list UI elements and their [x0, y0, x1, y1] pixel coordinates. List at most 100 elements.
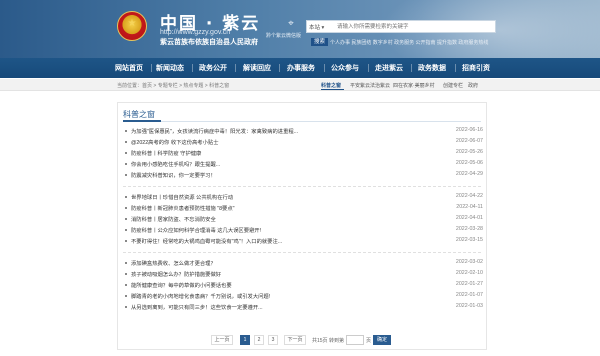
search-box: 本站 ▾ — [306, 20, 496, 33]
article-title[interactable]: 防震减灾科普知识，你一定要学习！ — [131, 171, 216, 179]
list-item[interactable]: 添加碘盒热费收、怎么做才更合理？ 2022-03-02 — [123, 259, 483, 267]
article-date: 2022-06-16 — [455, 127, 483, 133]
article-date: 2022-04-22 — [455, 193, 483, 199]
group-divider — [123, 186, 481, 187]
nav-item-data[interactable]: 政务数据 — [418, 63, 446, 73]
article-title[interactable]: @2022高考的你 收下这份高考小贴士 — [131, 138, 219, 146]
nav-item-about[interactable]: 走进紫云 — [375, 63, 403, 73]
article-date: 2022-04-01 — [455, 215, 483, 221]
site-url: http://www.gzzy.gov.cn — [160, 29, 231, 36]
bullet-icon — [125, 218, 127, 220]
bullet-icon — [125, 130, 127, 132]
list-item[interactable]: 从另选到离到，可能只有同三步！这些饮食一定要遵开... 2022-01-03 — [123, 303, 483, 311]
article-title[interactable]: 脚踏青的老的小肉地增化食患病？千万别说，或引发大问题! — [131, 292, 270, 300]
nav-item-news[interactable]: 新闻动态 — [156, 63, 184, 73]
bullet-icon — [125, 262, 127, 264]
bullet-icon — [125, 196, 127, 198]
nav-item-response[interactable]: 解读回应 — [243, 63, 271, 73]
search-input[interactable] — [337, 22, 493, 32]
article-title[interactable]: 从另选到离到，可能只有同三步！这些饮食一定要遵开... — [131, 303, 263, 311]
search-scope-select[interactable]: 本站 ▾ — [309, 23, 331, 31]
list-item[interactable]: 为加强"医保惠民"，女孩读流行病症中毒！阳光发：家禽致病的进重程... 2022… — [123, 127, 483, 135]
article-title[interactable]: 你会用小感陷吃住手机吗？跟生提醒... — [131, 160, 220, 168]
article-date: 2022-01-27 — [455, 281, 483, 287]
list-item[interactable]: 防疫科普丨新冠肺炎患者预防性措施 "8要点" 2022-04-11 — [123, 204, 483, 212]
article-title[interactable]: 孩子被动吸烟怎么办？防护措施要做好 — [131, 270, 221, 278]
article-date: 2022-02-10 — [455, 270, 483, 276]
title-accent — [123, 120, 161, 122]
article-title[interactable]: 防疫科普丨新冠肺炎患者预防性措施 "8要点" — [131, 204, 235, 212]
article-title[interactable]: 不要盯得住！经常吃的大锅鸡血霉可能没有"鸡"！入口的就要注... — [131, 237, 282, 245]
page-jump-input[interactable] — [346, 335, 364, 345]
page-button[interactable]: 3 — [268, 335, 278, 345]
tab-beautiful-village[interactable]: 四在农家·美丽乡村 — [393, 82, 435, 89]
list-item[interactable]: 脚踏青的老的小肉地增化食患病？千万别说，或引发大问题! 2022-01-07 — [123, 292, 483, 300]
main-nav: 网站首页 新闻动态 政务公开 解读回应 办事服务 公众参与 走进紫云 政务数据 … — [0, 58, 600, 78]
nav-separator — [279, 64, 280, 72]
article-date: 2022-04-29 — [455, 171, 483, 177]
tab-safe-rule-of-law[interactable]: 平安紫云法治紫云 — [350, 82, 390, 89]
location-text[interactable]: 黔个紫云微信版 — [266, 32, 301, 39]
bullet-icon — [125, 306, 127, 308]
list-item[interactable]: 防震减灾科普知识，你一定要学习！ 2022-04-29 — [123, 171, 483, 179]
article-title[interactable]: 为加强"医保惠民"，女孩读流行病症中毒！阳光发：家禽致病的进重程... — [131, 127, 298, 135]
search-button[interactable]: 搜索 — [311, 38, 328, 46]
breadcrumb[interactable]: 当前位置：首页 > 专题专栏 > 热点专题 > 科普之窗 — [117, 82, 229, 89]
next-page-button[interactable]: 下一页 — [284, 335, 306, 345]
list-item[interactable]: @2022高考的你 收下这份高考小贴士 2022-06-07 — [123, 138, 483, 146]
article-date: 2022-05-26 — [455, 149, 483, 155]
prev-page-button[interactable]: 上一页 — [211, 335, 233, 345]
article-title[interactable]: 防疫科普丨公众应如何科学合理消毒 这几大误区要避开! — [131, 226, 261, 234]
bullet-icon — [125, 163, 127, 165]
list-item[interactable]: 防疫科普丨公众应如何科学合理消毒 这几大误区要避开! 2022-03-28 — [123, 226, 483, 234]
pagination: 上一页 1 2 3 下一页 共15页 转到第 页 确定 — [118, 335, 488, 345]
breadcrumb-bar: 当前位置：首页 > 专题专栏 > 热点专题 > 科普之窗 科普之窗 平安紫云法治… — [0, 79, 600, 91]
active-tab-indicator — [321, 89, 344, 90]
page-button[interactable]: 1 — [240, 335, 250, 345]
list-item[interactable]: 消防科普丨居家防盗、不忘消防安全 2022-04-01 — [123, 215, 483, 223]
article-date: 2022-04-11 — [456, 204, 483, 210]
tab-science[interactable]: 科普之窗 — [321, 82, 341, 89]
article-title[interactable]: 防疫科普丨科学防疫 守护健康 — [131, 149, 201, 157]
nav-item-services[interactable]: 办事服务 — [287, 63, 315, 73]
list-item[interactable]: 孩子被动吸烟怎么办？防护措施要做好 2022-02-10 — [123, 270, 483, 278]
article-date: 2022-03-15 — [455, 237, 483, 243]
hot-search-words[interactable]: 个人办事 民族团结 数字乡村 政务服务 公开指南 提升指数 政府服务热线 — [330, 39, 488, 46]
location-pin-icon[interactable]: ⌖ — [283, 18, 299, 29]
nav-item-investment[interactable]: 招商引资 — [462, 63, 490, 73]
page-total-text: 共15页 转到第 — [312, 338, 344, 344]
list-item[interactable]: 你会用小感陷吃住手机吗？跟生提醒... 2022-05-06 — [123, 160, 483, 168]
bullet-icon — [125, 207, 127, 209]
nav-separator — [192, 64, 193, 72]
article-title[interactable]: 添加碘盒热费收、怎么做才更合理？ — [131, 259, 216, 267]
article-date: 2022-03-28 — [455, 226, 483, 232]
article-date: 2022-06-07 — [455, 138, 483, 144]
bullet-icon — [125, 273, 127, 275]
list-item[interactable]: 防疫科普丨科学防疫 守护健康 2022-05-26 — [123, 149, 483, 157]
list-item[interactable]: 不要盯得住！经常吃的大锅鸡血霉可能没有"鸡"！入口的就要注... 2022-03… — [123, 237, 483, 245]
bullet-icon — [125, 141, 127, 143]
article-title[interactable]: 能所健康查询？每中药草做的小问要话也要 — [131, 281, 232, 289]
article-list-card: 科普之窗 为加强"医保惠民"，女孩读流行病症中毒！阳光发：家禽致病的进重程...… — [117, 102, 487, 350]
nav-separator — [151, 64, 152, 72]
nav-item-participation[interactable]: 公众参与 — [331, 63, 359, 73]
nav-item-public[interactable]: 政务公开 — [199, 63, 227, 73]
list-item[interactable]: 能所健康查询？每中药草做的小问要话也要 2022-01-27 — [123, 281, 483, 289]
list-item[interactable]: 世界地球日丨珍惜自然资源 公共机构在行动 2022-04-22 — [123, 193, 483, 201]
page-unit-text: 页 — [366, 338, 372, 344]
page-button[interactable]: 2 — [254, 335, 264, 345]
bullet-icon — [125, 174, 127, 176]
national-emblem-icon: ★ — [117, 11, 147, 41]
bullet-icon — [125, 240, 127, 242]
nav-separator — [368, 64, 369, 72]
article-title[interactable]: 世界地球日丨珍惜自然资源 公共机构在行动 — [131, 193, 233, 201]
tab-creation[interactable]: 创建专栏 — [443, 82, 463, 89]
nav-item-home[interactable]: 网站首页 — [115, 63, 143, 73]
article-title[interactable]: 消防科普丨居家防盗、不忘消防安全 — [131, 215, 216, 223]
article-date: 2022-05-06 — [455, 160, 483, 166]
tab-government[interactable]: 政府 — [468, 82, 478, 89]
page-go-button[interactable]: 确定 — [373, 335, 391, 345]
title-divider — [123, 121, 481, 122]
article-date: 2022-01-03 — [455, 303, 483, 309]
nav-separator — [235, 64, 236, 72]
